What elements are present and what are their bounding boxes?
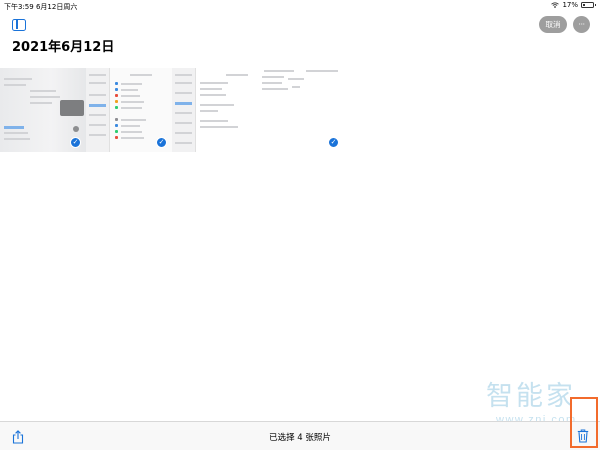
battery-percent: 17%: [562, 1, 578, 9]
photo-grid: ✓ ✓ ✓: [0, 68, 344, 152]
clock-time: 下午3:59: [4, 3, 34, 11]
status-bar: 下午3:59 6月12日周六 17%: [0, 0, 600, 12]
cancel-button[interactable]: 取消: [539, 16, 567, 33]
photo-thumbnail-4[interactable]: ✓: [258, 68, 344, 152]
photo-thumbnail-3[interactable]: [172, 68, 258, 152]
checkmark-icon: ✓: [156, 137, 167, 148]
status-time: 下午3:59 6月12日周六: [4, 2, 77, 12]
highlight-box: [570, 397, 598, 448]
battery-level: [583, 4, 585, 6]
status-dot: [73, 126, 79, 132]
context-popup: [60, 100, 84, 116]
checkmark-icon: ✓: [328, 137, 339, 148]
checkmark-icon: ✓: [70, 137, 81, 148]
more-button[interactable]: ···: [573, 16, 590, 33]
photo-thumbnail-2[interactable]: ✓: [86, 68, 172, 152]
sidebar-toggle-icon[interactable]: [12, 19, 26, 31]
wifi-icon: [551, 2, 560, 8]
selection-count: 已选择 4 张照片: [269, 433, 331, 443]
status-indicators: 17%: [551, 1, 596, 9]
page-title: 2021年6月12日: [12, 40, 115, 55]
photo-thumbnail-1[interactable]: ✓: [0, 68, 86, 152]
bottom-toolbar: 已选择 4 张照片: [0, 421, 600, 450]
clock-date: 6月12日周六: [35, 3, 78, 11]
battery-icon: [581, 2, 596, 8]
